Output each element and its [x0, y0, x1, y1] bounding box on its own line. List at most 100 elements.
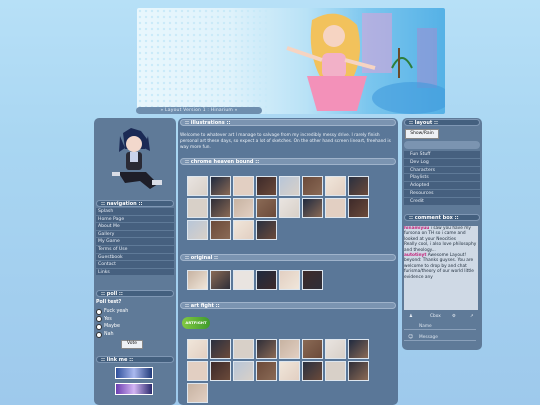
gallery-thumbnail[interactable] — [256, 176, 277, 196]
poll-question: Poll test? — [96, 300, 122, 305]
poll-option[interactable]: Nah — [96, 331, 174, 339]
name-field[interactable]: Name — [404, 323, 476, 330]
gallery-thumbnail[interactable] — [256, 198, 277, 218]
comment-feed[interactable]: hinamiyuu i saw you have my fursona on T… — [404, 226, 478, 310]
gallery-thumbnail[interactable] — [279, 339, 300, 359]
nav-list: Splash Home Page About Me Gallery My Gam… — [96, 208, 174, 277]
radio-button[interactable] — [96, 316, 102, 323]
gallery-thumbnail[interactable] — [325, 198, 346, 218]
nav-item-about-me[interactable]: About Me — [96, 223, 174, 231]
layout-toggle-button[interactable]: Show/Rain — [405, 129, 439, 139]
message-field[interactable]: Message — [404, 334, 476, 341]
gallery-thumbnail[interactable] — [233, 176, 254, 196]
gallery-thumbnail[interactable] — [210, 339, 231, 359]
nav-item-my-game[interactable]: My Game — [96, 238, 174, 246]
artfight-badge[interactable]: ARTFIGHT — [182, 317, 210, 329]
comment-entry: beyond: Thanks guyses. You are welcome t… — [404, 258, 474, 280]
gallery-thumbnail[interactable] — [256, 270, 277, 290]
gallery-thumbnail[interactable] — [233, 220, 254, 240]
poll-form: Poll test? Fuck yeah Yes Maybe Nah — [96, 300, 174, 338]
nav-item-gallery[interactable]: Gallery — [96, 230, 174, 239]
menu-item-dev-log[interactable]: Dev Log — [404, 158, 480, 167]
gallery-thumbnail[interactable] — [187, 198, 208, 218]
gallery-thumbnail[interactable] — [279, 176, 300, 196]
menu-item-credit[interactable]: Credit — [404, 197, 480, 206]
link-button-image[interactable] — [115, 383, 153, 395]
gallery-thumbnail[interactable] — [302, 270, 323, 290]
gallery-thumbnail[interactable] — [302, 176, 323, 196]
nav-item-contact[interactable]: Contact — [96, 261, 174, 269]
gallery-thumbnail[interactable] — [325, 339, 346, 359]
intro-text: Welcome to whatever art I manage to salv… — [180, 133, 391, 150]
layout-divider-bar — [404, 141, 480, 149]
gallery-thumbnail[interactable] — [279, 198, 300, 218]
gallery-thumbnail[interactable] — [325, 361, 346, 381]
nav-item-home-page[interactable]: Home Page — [96, 215, 174, 224]
nav-item-guestbook[interactable]: Guestbook — [96, 253, 174, 262]
gallery-thumbnail[interactable] — [302, 198, 323, 218]
gallery-thumbnail[interactable] — [348, 198, 369, 218]
gallery-thumbnail[interactable] — [210, 361, 231, 381]
gallery-thumbnail[interactable] — [256, 361, 277, 381]
comment-box-title: :: comment box :: — [404, 214, 480, 221]
gallery-thumbnail[interactable] — [279, 361, 300, 381]
gallery-thumbnail[interactable] — [187, 270, 208, 290]
gallery-thumbnail[interactable] — [302, 361, 323, 381]
nav-title: :: navigation :: — [96, 200, 174, 207]
gallery-thumbnail[interactable] — [210, 198, 231, 218]
user-icon[interactable]: ♟ — [409, 312, 413, 321]
gallery-thumbnail[interactable] — [187, 383, 208, 403]
original-title: :: original :: — [180, 254, 396, 261]
gallery-thumbnail[interactable] — [187, 339, 208, 359]
gallery-thumbnail[interactable] — [256, 339, 277, 359]
gallery-thumbnail[interactable] — [256, 220, 277, 240]
chrome-heaven-gallery — [187, 176, 369, 240]
original-gallery — [187, 270, 323, 290]
gallery-thumbnail[interactable] — [233, 361, 254, 381]
link-me-title: :: link me :: — [96, 356, 174, 363]
link-button-image[interactable] — [115, 367, 153, 379]
gallery-thumbnail[interactable] — [279, 270, 300, 290]
poll-option[interactable]: Yes — [96, 316, 174, 324]
nav-item-terms-of-use[interactable]: Terms of Use — [96, 245, 174, 254]
smiley-icon[interactable]: ☺ — [408, 334, 413, 340]
illustrations-title: :: illustrations :: — [180, 119, 396, 126]
gallery-thumbnail[interactable] — [325, 176, 346, 196]
gallery-thumbnail[interactable] — [233, 198, 254, 218]
gallery-thumbnail[interactable] — [233, 339, 254, 359]
link-icon[interactable]: ↗ — [470, 312, 474, 321]
cbox-label[interactable]: Cbox — [430, 312, 441, 321]
right-menu: Fun Stuff Dev Log Characters Playlists A… — [404, 151, 480, 206]
poll-title: :: poll :: — [96, 290, 174, 297]
gallery-thumbnail[interactable] — [348, 361, 369, 381]
art-fight-title: :: art fight :: — [180, 302, 396, 309]
chrome-heaven-title: :: chrome heaven bound :: — [180, 158, 396, 165]
gallery-thumbnail[interactable] — [233, 270, 254, 290]
gallery-thumbnail[interactable] — [210, 220, 231, 240]
gallery-thumbnail[interactable] — [187, 176, 208, 196]
menu-item-resources[interactable]: Resources — [404, 189, 480, 198]
nav-item-splash[interactable]: Splash — [96, 208, 174, 216]
cbox-toolbar: ♟ Cbox ⚙ ↗ — [404, 312, 480, 321]
gallery-thumbnail[interactable] — [348, 176, 369, 196]
header-banner — [137, 8, 445, 114]
poll-option[interactable]: Fuck yeah — [96, 308, 174, 316]
comment-entry: Really cool, i also love philosophy and … — [404, 242, 477, 253]
gallery-thumbnail[interactable] — [302, 339, 323, 359]
gallery-thumbnail[interactable] — [187, 220, 208, 240]
nav-item-links[interactable]: Links — [96, 268, 174, 277]
settings-icon[interactable]: ⚙ — [452, 312, 456, 321]
radio-button[interactable] — [96, 323, 102, 330]
menu-item-playlists[interactable]: Playlists — [404, 174, 480, 183]
gallery-thumbnail[interactable] — [210, 176, 231, 196]
gallery-thumbnail[interactable] — [348, 339, 369, 359]
menu-item-adopted[interactable]: Adopted — [404, 182, 480, 190]
poll-option[interactable]: Maybe — [96, 323, 174, 331]
radio-button[interactable] — [96, 308, 102, 315]
radio-button[interactable] — [96, 331, 102, 338]
vote-button[interactable]: Vote — [121, 340, 143, 349]
gallery-thumbnail[interactable] — [187, 361, 208, 381]
menu-item-fun-stuff[interactable]: Fun Stuff — [404, 151, 480, 159]
gallery-thumbnail[interactable] — [210, 270, 231, 290]
menu-item-characters[interactable]: Characters — [404, 166, 480, 175]
